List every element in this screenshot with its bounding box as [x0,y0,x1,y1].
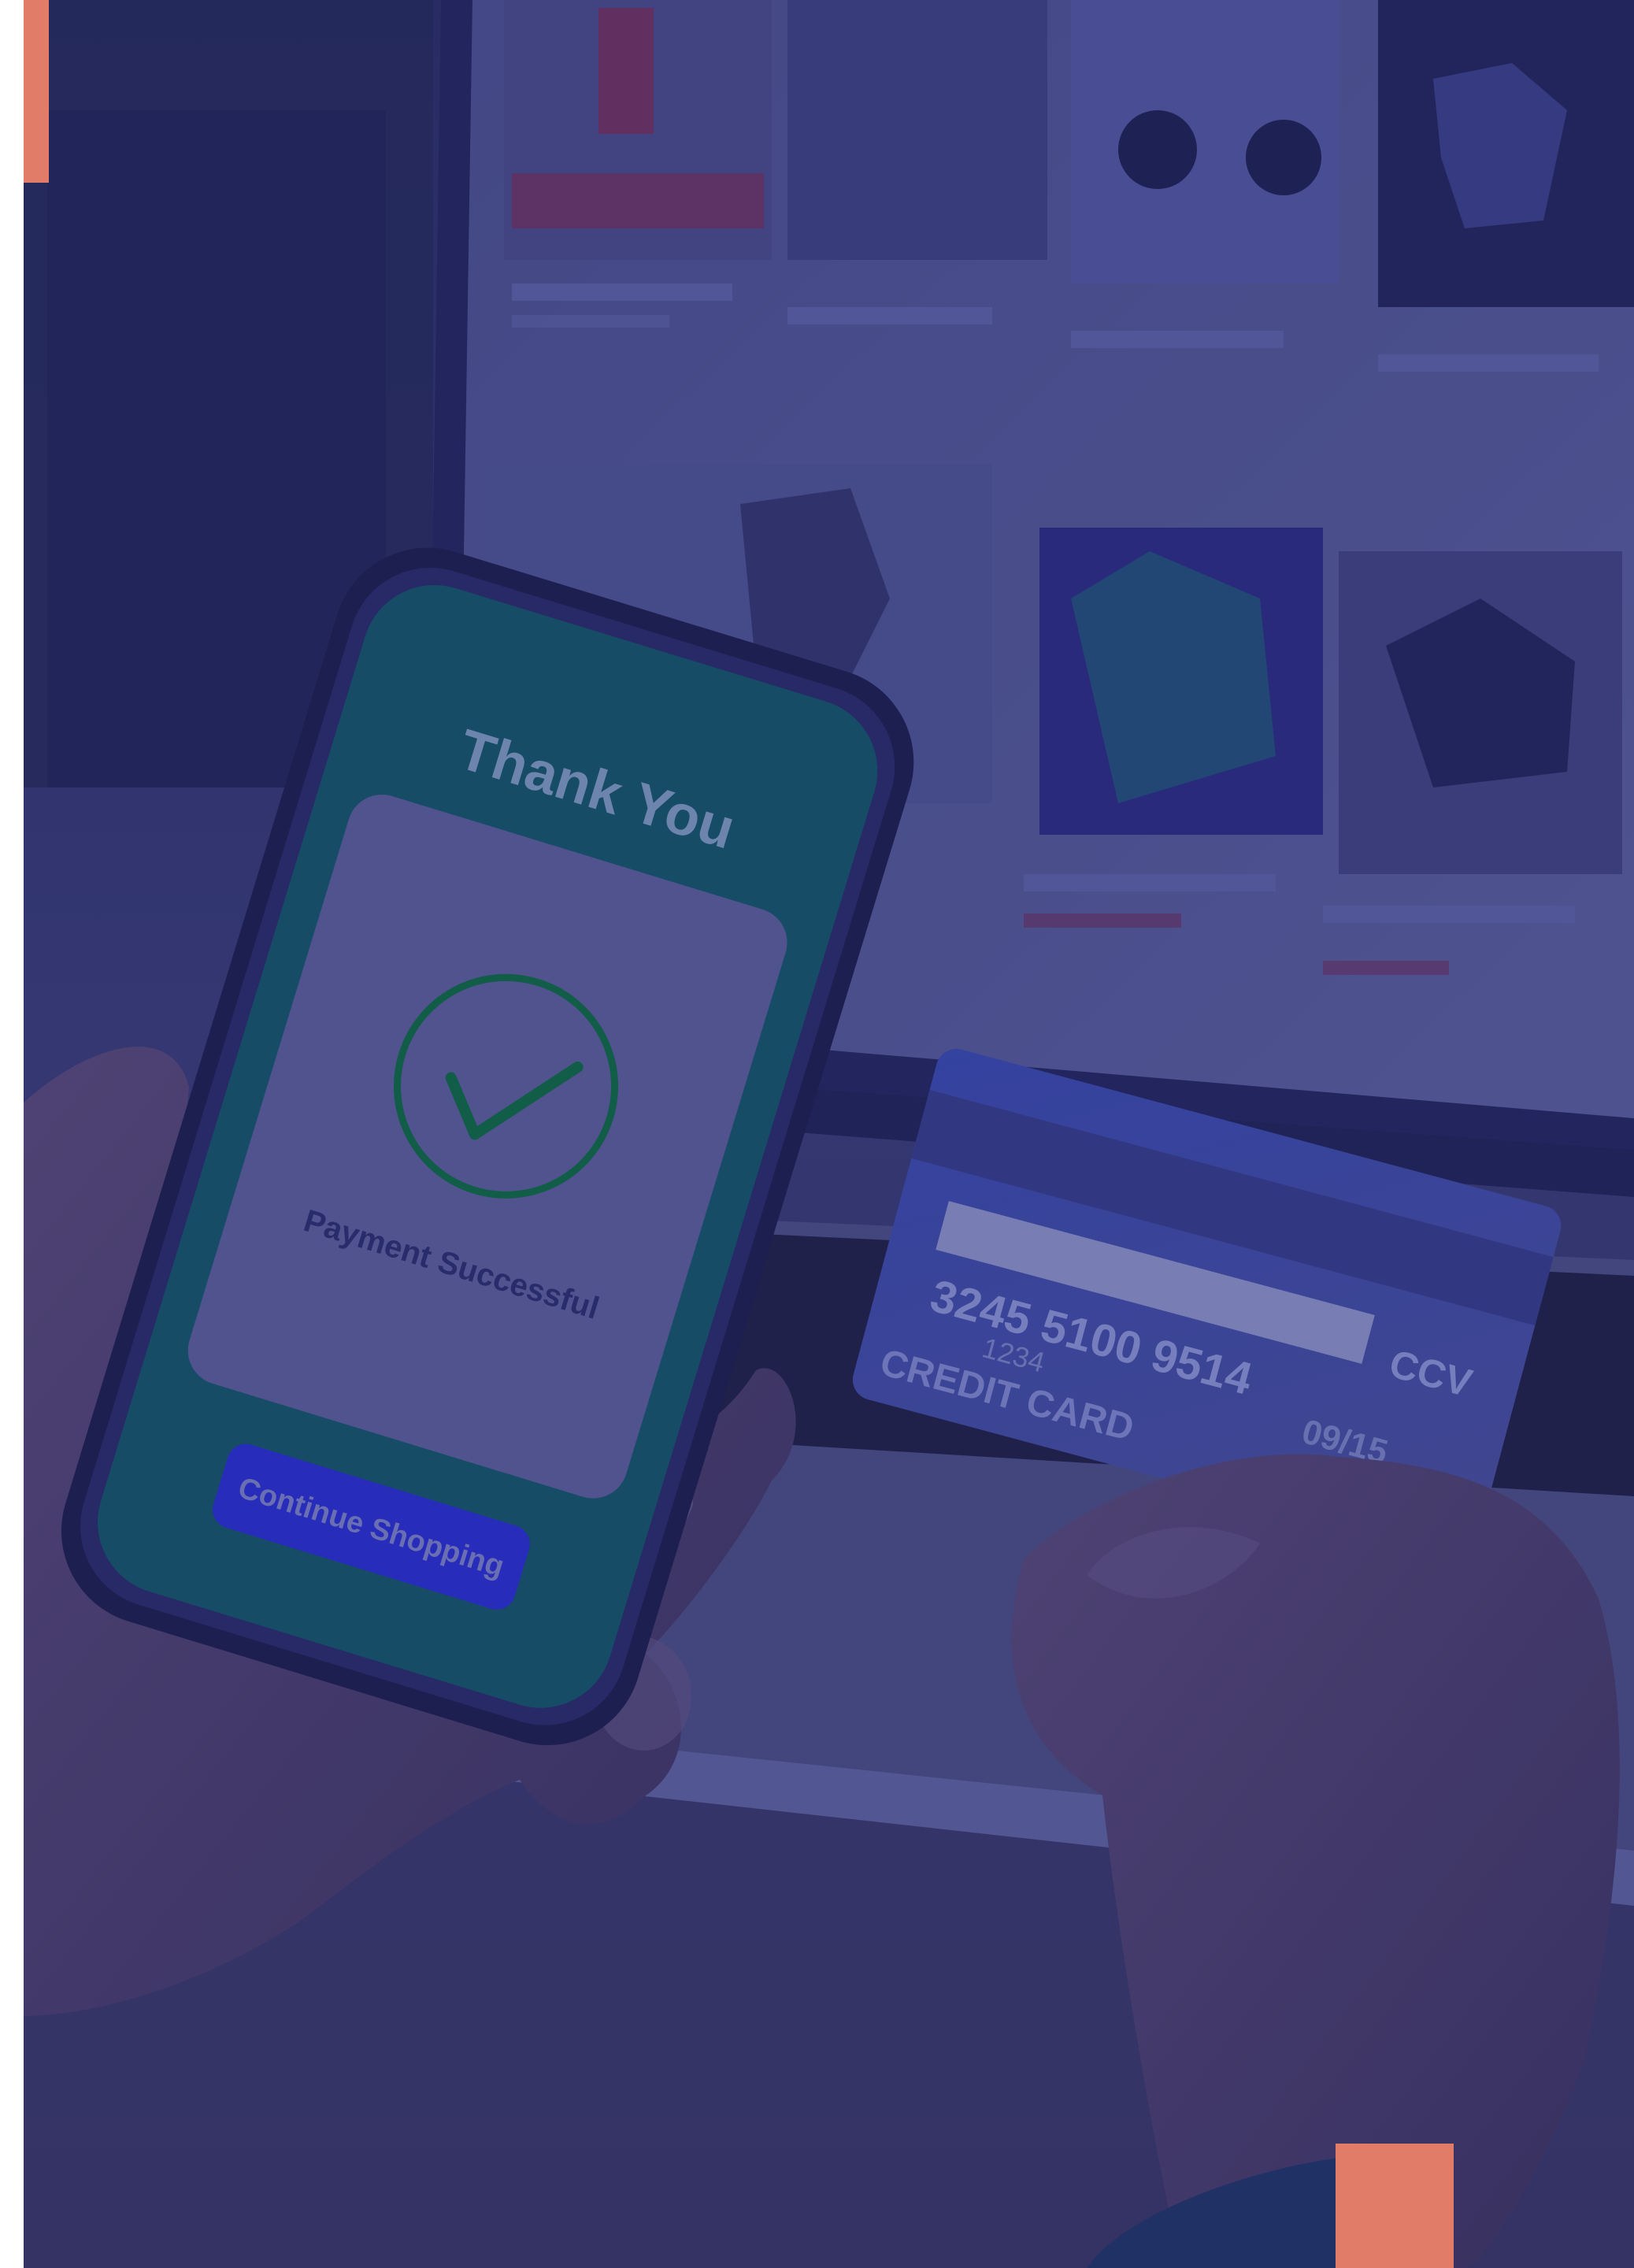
accent-block-bottom [1336,2144,1454,2268]
photo-illustration: 3245 5100 9514 CCV CREDIT CARD 1234 09/1… [0,0,1634,2268]
hero-photo: 3245 5100 9514 CCV CREDIT CARD 1234 09/1… [0,0,1634,2268]
left-margin [0,0,24,2268]
accent-bar-top [24,0,49,183]
